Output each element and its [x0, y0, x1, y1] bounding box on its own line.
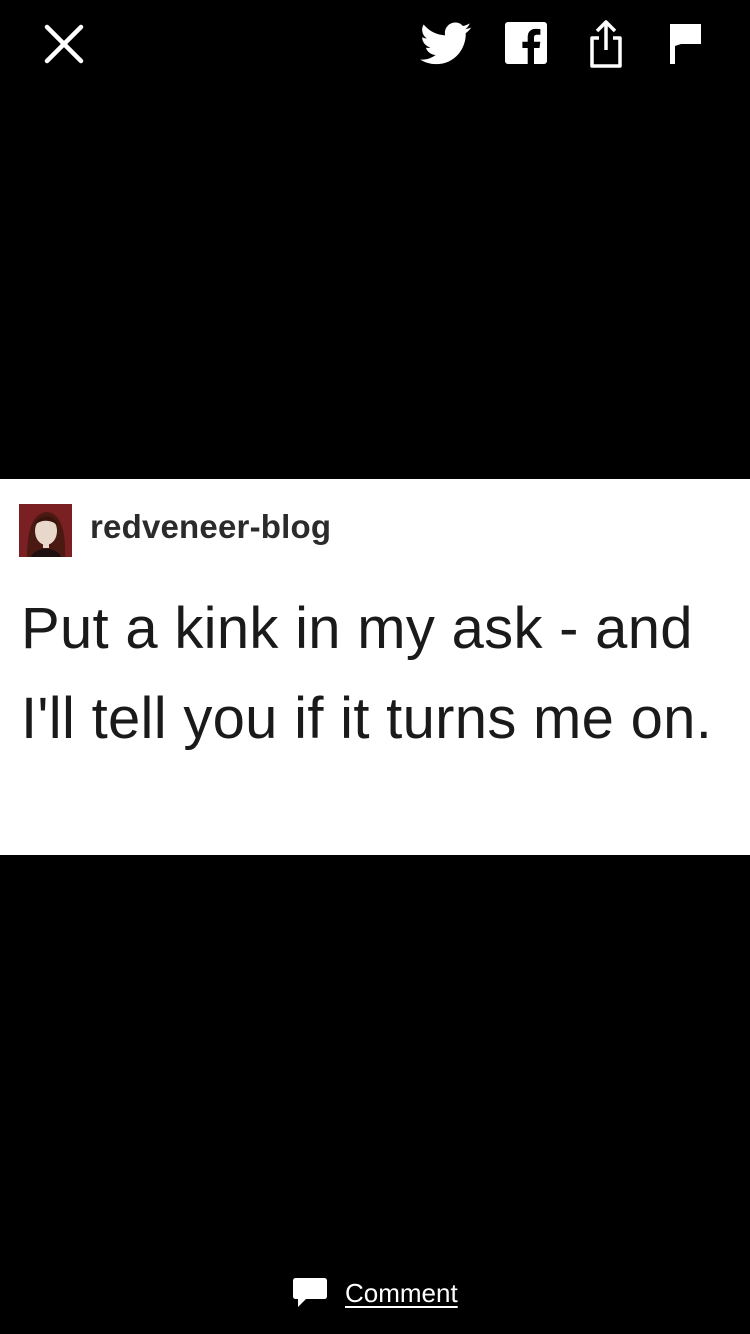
image-viewer-screen: redveneer-blog Put a kink in my ask - an… [0, 0, 750, 1334]
bottom-bar: Comment [0, 1265, 750, 1315]
blog-name: redveneer-blog [90, 508, 332, 545]
close-button[interactable] [44, 24, 84, 64]
comment-label: Comment [345, 1277, 458, 1308]
twitter-icon [420, 22, 472, 65]
top-toolbar [0, 0, 750, 90]
report-flag-button[interactable] [668, 22, 702, 66]
twitter-share-button[interactable] [420, 22, 472, 66]
facebook-share-button[interactable] [505, 22, 547, 64]
avatar-portrait-icon [19, 504, 72, 557]
post-screenshot-image: redveneer-blog Put a kink in my ask - an… [0, 479, 750, 855]
blog-avatar [19, 504, 72, 557]
share-icon [590, 20, 622, 68]
flag-icon [670, 24, 701, 64]
facebook-icon [505, 22, 547, 64]
speech-bubble-icon [293, 1278, 327, 1307]
post-text: Put a kink in my ask - and I'll tell you… [21, 596, 713, 751]
comment-button[interactable]: Comment [292, 1273, 458, 1313]
close-icon [44, 24, 84, 64]
share-button[interactable] [586, 18, 626, 70]
